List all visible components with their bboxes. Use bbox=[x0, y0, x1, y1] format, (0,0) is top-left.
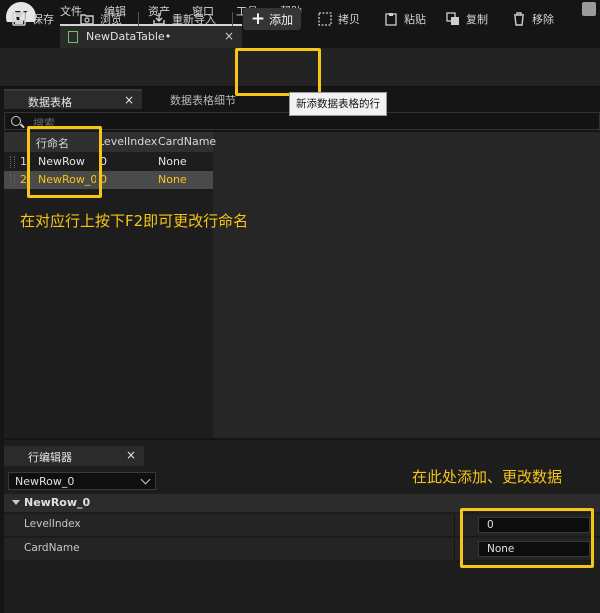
data-table-icon bbox=[68, 31, 78, 43]
reimport-button[interactable]: 重新导入 bbox=[152, 8, 216, 30]
data-table-empty-area bbox=[213, 132, 600, 438]
tab-row-editor[interactable]: 行编辑器 × bbox=[4, 446, 144, 466]
column-header-card-name[interactable]: CardName bbox=[158, 135, 216, 148]
row-card-name: None bbox=[158, 173, 187, 186]
save-label: 保存 bbox=[32, 13, 54, 26]
drag-handle-icon[interactable] bbox=[10, 174, 15, 186]
duplicate-icon bbox=[446, 12, 460, 26]
browse-button[interactable]: 浏览 bbox=[80, 8, 122, 30]
folder-search-icon bbox=[80, 12, 94, 26]
rename-hint-annotation: 在对应行上按下F2即可更改行命名 bbox=[20, 212, 249, 230]
property-label: LevelIndex bbox=[24, 518, 81, 530]
add-row-button[interactable]: + 添加 bbox=[243, 8, 301, 30]
remove-button[interactable]: 移除 bbox=[512, 8, 554, 30]
chevron-down-icon bbox=[140, 474, 151, 485]
search-icon bbox=[11, 116, 21, 126]
row-index: 2 bbox=[20, 173, 27, 186]
add-row-tooltip: 新添数据表格的行 bbox=[289, 92, 387, 116]
paste-icon bbox=[384, 12, 398, 26]
copy-icon bbox=[318, 12, 332, 26]
save-button[interactable]: 保存 bbox=[12, 8, 54, 30]
menu-file[interactable]: 文件 bbox=[60, 3, 82, 19]
edit-hint-annotation: 在此处添加、更改数据 bbox=[412, 468, 563, 486]
drag-handle-icon[interactable] bbox=[10, 156, 15, 168]
highlight-add-button bbox=[235, 48, 321, 96]
trash-icon bbox=[512, 12, 526, 26]
highlight-row-name-column bbox=[27, 126, 102, 198]
browse-label: 浏览 bbox=[100, 13, 122, 26]
property-divider[interactable] bbox=[454, 514, 455, 536]
window-control-icon[interactable] bbox=[582, 2, 596, 16]
remove-label: 移除 bbox=[532, 13, 554, 26]
collapse-arrow-icon[interactable] bbox=[12, 500, 20, 505]
copy-label: 拷贝 bbox=[338, 13, 360, 26]
row-card-name: None bbox=[158, 155, 187, 168]
duplicate-button[interactable]: 复制 bbox=[446, 8, 488, 30]
close-icon[interactable]: × bbox=[126, 448, 136, 462]
save-icon bbox=[12, 12, 26, 26]
paste-label: 粘贴 bbox=[404, 13, 426, 26]
column-header-level-index[interactable]: LevelIndex bbox=[98, 135, 157, 148]
close-icon[interactable]: × bbox=[224, 29, 234, 43]
plus-icon: + bbox=[250, 9, 266, 29]
document-tab-label: NewDataTable• bbox=[86, 30, 172, 43]
tab-row-editor-label: 行编辑器 bbox=[28, 451, 72, 464]
reimport-label: 重新导入 bbox=[172, 13, 216, 26]
reimport-icon bbox=[152, 12, 166, 26]
highlight-property-values bbox=[460, 508, 594, 568]
tab-data-table-details[interactable]: 数据表格细节 bbox=[170, 92, 236, 108]
row-category-label: NewRow_0 bbox=[24, 496, 91, 509]
row-select-dropdown[interactable]: NewRow_0 bbox=[8, 472, 156, 490]
row-index: 1 bbox=[20, 155, 27, 168]
toolbar-divider bbox=[138, 12, 139, 26]
property-label: CardName bbox=[24, 542, 80, 554]
close-icon[interactable]: × bbox=[124, 93, 134, 107]
toolbar-divider bbox=[232, 12, 233, 26]
paste-button[interactable]: 粘贴 bbox=[384, 8, 426, 30]
tab-data-table-label: 数据表格 bbox=[28, 96, 72, 109]
duplicate-label: 复制 bbox=[466, 13, 488, 26]
row-select-value: NewRow_0 bbox=[15, 475, 75, 488]
tab-data-table[interactable]: 数据表格 × bbox=[4, 89, 142, 109]
copy-button[interactable]: 拷贝 bbox=[318, 8, 360, 30]
add-label: 添加 bbox=[269, 12, 294, 27]
property-divider[interactable] bbox=[454, 538, 455, 560]
